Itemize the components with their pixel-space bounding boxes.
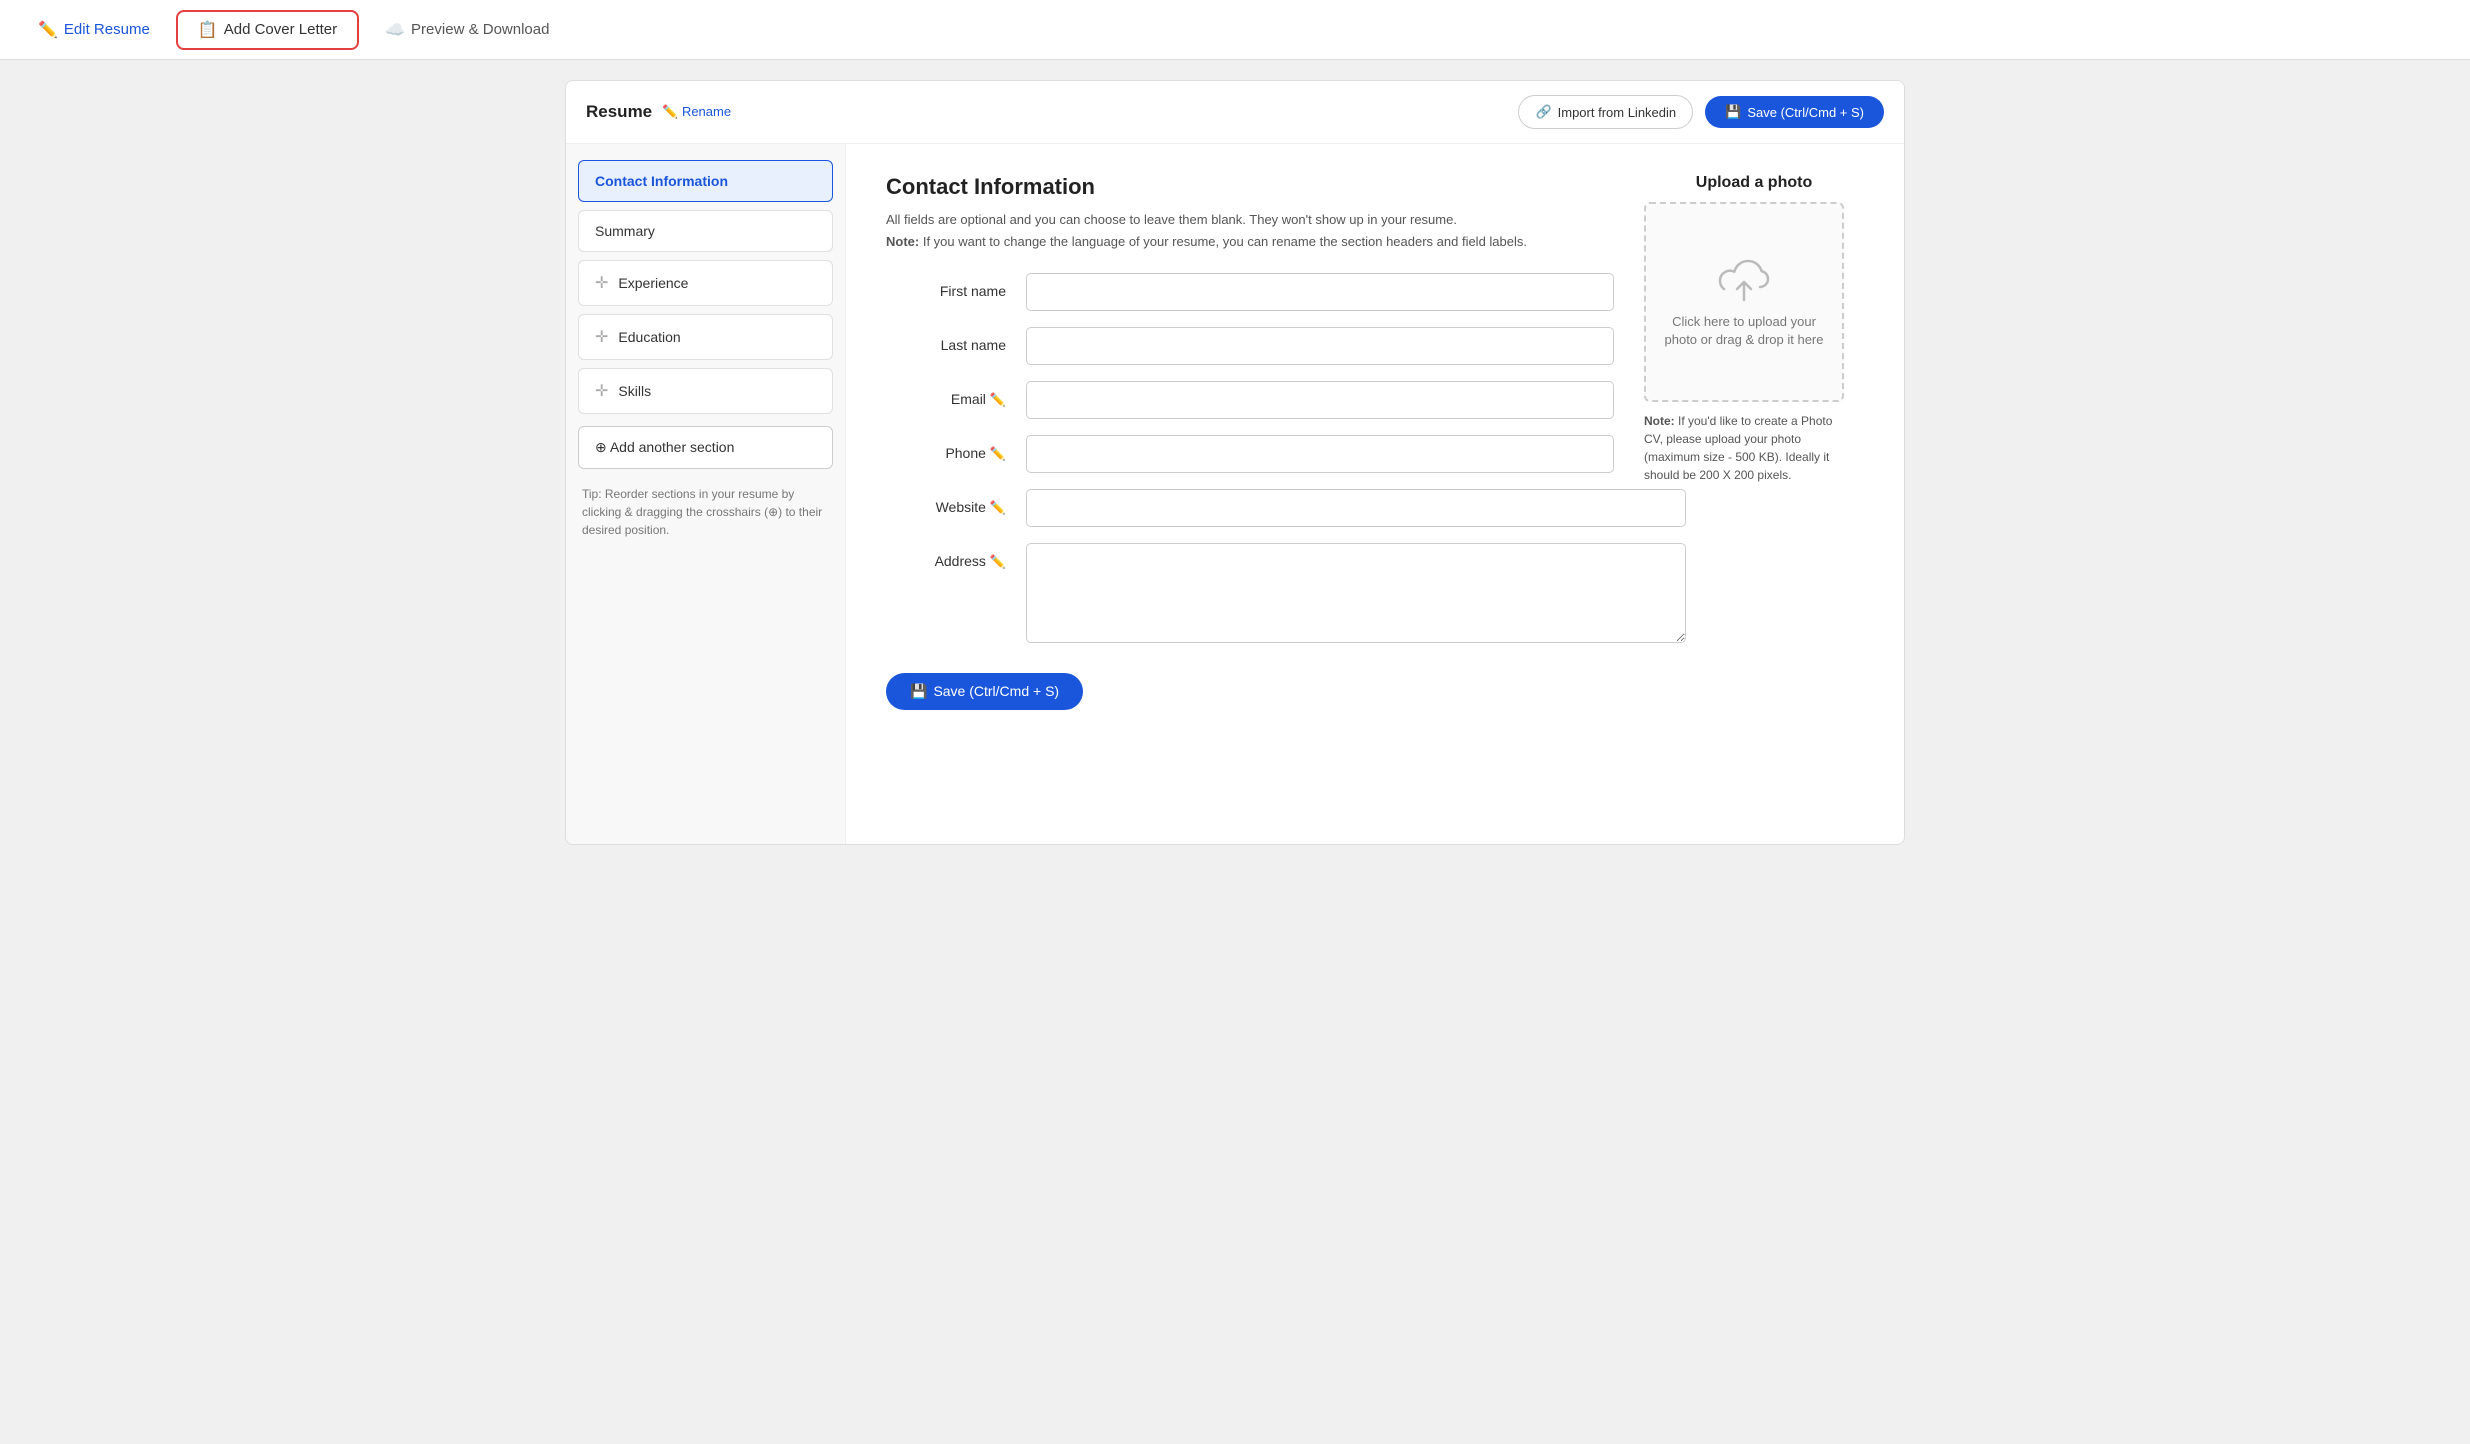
sidebar: Contact Information Summary ✛ Experience… [566,144,846,844]
website-row: Website ✏️ [886,489,1864,527]
cover-letter-icon: 📋 [198,20,218,40]
sidebar-item-summary[interactable]: Summary [578,210,833,252]
address-input[interactable] [1026,543,1686,643]
email-label: Email ✏️ [886,381,1006,408]
rename-button[interactable]: ✏️ Rename [662,104,731,120]
photo-upload-title: Upload a photo [1644,174,1864,192]
last-name-row: Last name [886,327,1614,365]
website-edit-icon: ✏️ [990,500,1006,515]
phone-row: Phone ✏️ [886,435,1614,473]
top-nav: ✏️ Edit Resume 📋 Add Cover Letter ☁️ Pre… [0,0,2470,60]
upload-text: Click here to upload your photo or drag … [1662,313,1826,349]
website-label: Website ✏️ [886,489,1006,516]
email-edit-icon: ✏️ [990,392,1006,407]
photo-upload-box[interactable]: Click here to upload your photo or drag … [1644,202,1844,402]
tab-edit-resume[interactable]: ✏️ Edit Resume [16,10,172,50]
sidebar-education-label: Education [618,329,680,345]
edit-icon: ✏️ [38,20,58,40]
last-name-input[interactable] [1026,327,1614,365]
download-icon: ☁️ [385,20,405,40]
bottom-save-area: 💾 Save (Ctrl/Cmd + S) [886,673,1864,710]
address-row: Address ✏️ [886,543,1864,643]
last-name-label: Last name [886,327,1006,353]
first-name-input[interactable] [1026,273,1614,311]
tab-preview-download[interactable]: ☁️ Preview & Download [363,10,571,50]
main-content: Upload a photo Click here to upload your… [846,144,1904,844]
address-label: Address ✏️ [886,543,1006,570]
email-input[interactable] [1026,381,1614,419]
photo-upload-section: Upload a photo Click here to upload your… [1644,174,1864,484]
first-name-label: First name [886,273,1006,299]
photo-note: Note: If you'd like to create a Photo CV… [1644,412,1844,484]
resume-card: Resume ✏️ Rename 🔗 Import from Linkedin … [565,80,1905,845]
linkedin-icon: 🔗 [1535,104,1551,120]
header-save-button[interactable]: 💾 Save (Ctrl/Cmd + S) [1705,96,1884,128]
website-input[interactable] [1026,489,1686,527]
sidebar-item-contact-information[interactable]: Contact Information [578,160,833,202]
save-icon: 💾 [1725,104,1741,120]
drag-experience-icon: ✛ [595,273,608,293]
resume-header: Resume ✏️ Rename 🔗 Import from Linkedin … [566,81,1904,144]
email-row: Email ✏️ [886,381,1614,419]
resume-header-left: Resume ✏️ Rename [586,102,731,122]
phone-label: Phone ✏️ [886,435,1006,462]
sidebar-summary-label: Summary [595,223,655,239]
first-name-row: First name [886,273,1614,311]
bottom-save-icon: 💾 [910,683,927,700]
sidebar-item-experience[interactable]: ✛ Experience [578,260,833,306]
sidebar-item-skills[interactable]: ✛ Skills [578,368,833,414]
add-section-button[interactable]: ⊕ Add another section [578,426,833,469]
sidebar-skills-label: Skills [618,383,651,399]
drag-education-icon: ✛ [595,327,608,347]
sidebar-contact-label: Contact Information [595,173,728,189]
resume-body: Contact Information Summary ✛ Experience… [566,144,1904,844]
drag-skills-icon: ✛ [595,381,608,401]
bottom-save-button[interactable]: 💾 Save (Ctrl/Cmd + S) [886,673,1083,710]
phone-edit-icon: ✏️ [990,446,1006,461]
resume-header-right: 🔗 Import from Linkedin 💾 Save (Ctrl/Cmd … [1518,95,1884,129]
import-linkedin-button[interactable]: 🔗 Import from Linkedin [1518,95,1693,129]
sidebar-experience-label: Experience [618,275,688,291]
cloud-upload-icon [1716,255,1772,303]
phone-input[interactable] [1026,435,1614,473]
resume-title: Resume [586,102,652,122]
sidebar-item-education[interactable]: ✛ Education [578,314,833,360]
sidebar-tip: Tip: Reorder sections in your resume by … [578,477,833,547]
address-edit-icon: ✏️ [990,554,1006,569]
tab-add-cover-letter[interactable]: 📋 Add Cover Letter [176,10,359,50]
main-container: Resume ✏️ Rename 🔗 Import from Linkedin … [535,60,1935,865]
